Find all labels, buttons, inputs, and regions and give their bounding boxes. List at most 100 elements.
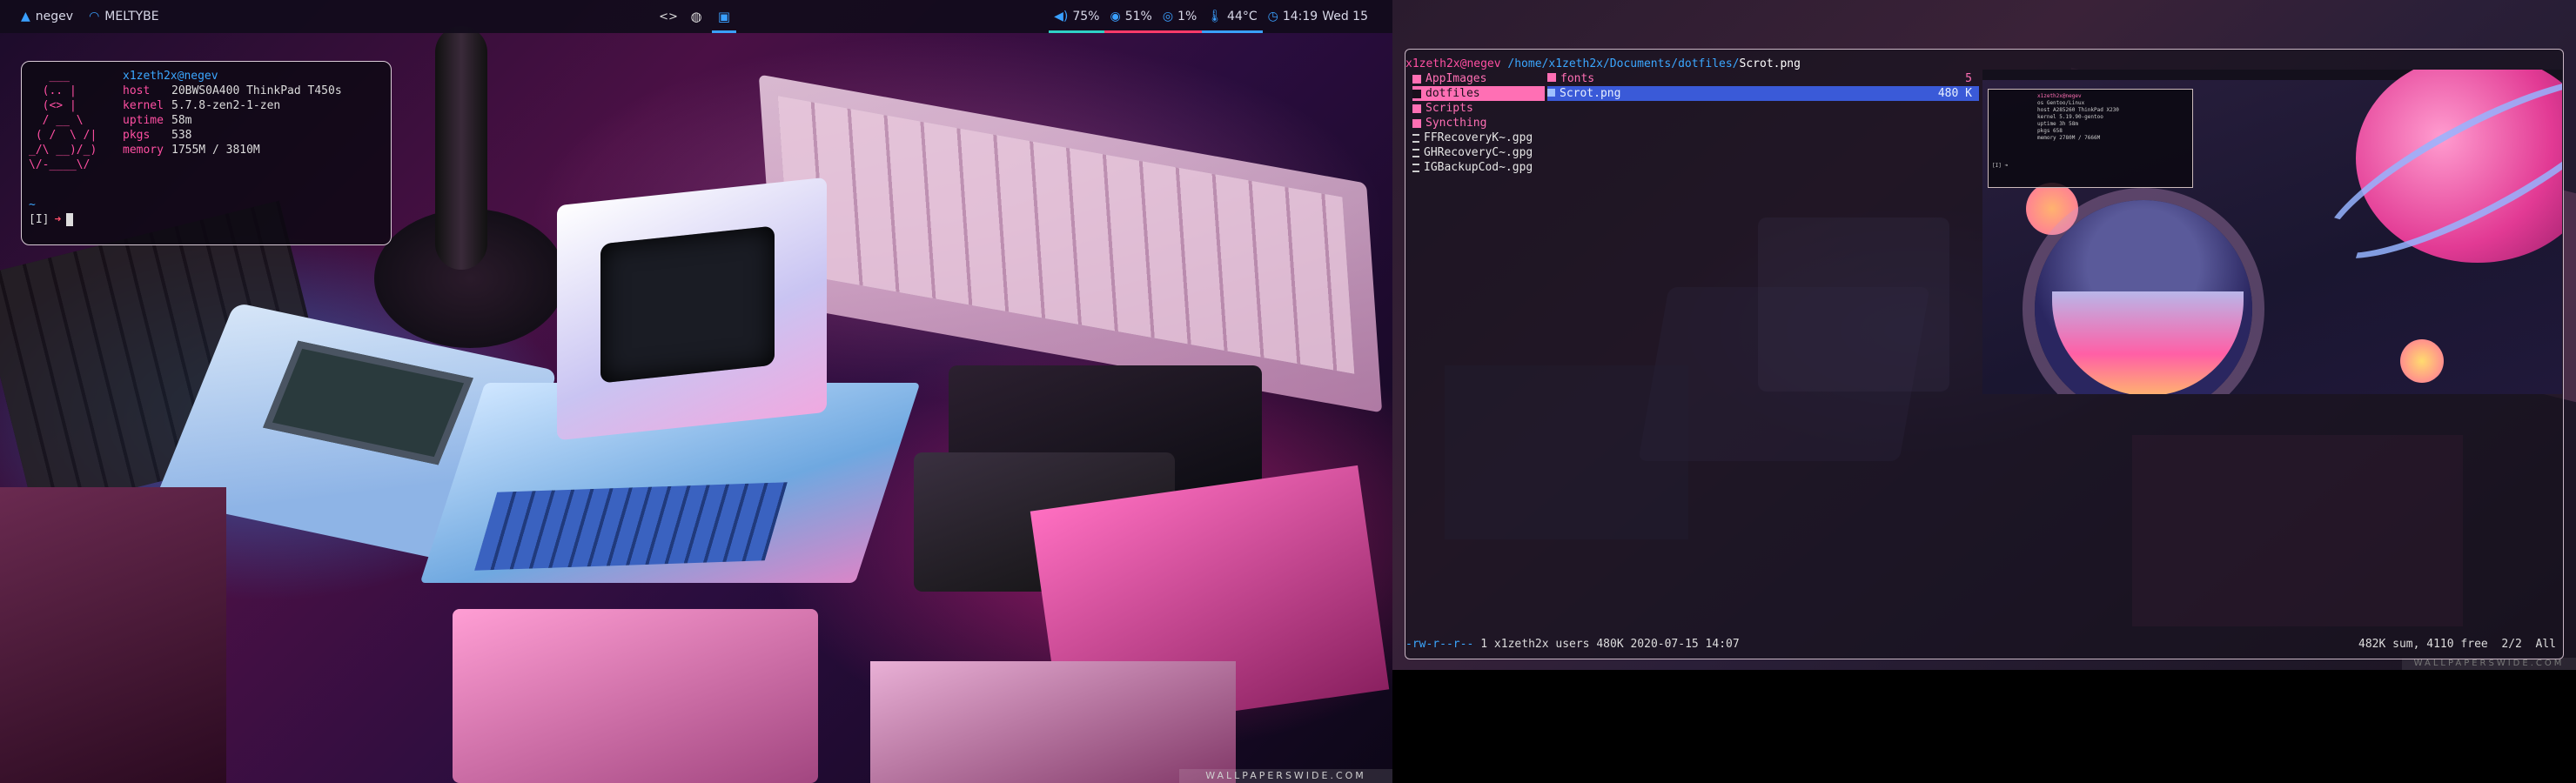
file-permissions: -rw-r--r--	[1405, 638, 1474, 651]
info-row: host 20BWS0A400 ThinkPad T450s	[123, 84, 342, 97]
wallpaper-commodore-keys	[474, 482, 788, 571]
file-info: 1 x1zeth2x users 480K 2020-07-15 14:07	[1480, 638, 1740, 651]
globe-icon: ◍	[690, 9, 702, 24]
folder-icon	[1412, 74, 1421, 84]
volume-underline	[1049, 30, 1105, 33]
workspace-web[interactable]: ◍	[682, 0, 710, 33]
code-icon: <>	[659, 10, 678, 23]
wallpaper-joystick	[435, 26, 487, 270]
header-user: x1zeth2x@negev	[1405, 57, 1501, 70]
cpu-module[interactable]: ◉ 51%	[1104, 0, 1157, 33]
clock-module[interactable]: ◷ 14:19 Wed 15	[1263, 0, 1373, 33]
clock-icon: ◷	[1267, 10, 1278, 23]
volume-module[interactable]: ◀) 75%	[1049, 0, 1105, 33]
shell-prompt[interactable]: ~ [I] ➜	[29, 197, 74, 227]
list-item[interactable]: Syncthing	[1412, 116, 1545, 130]
preview-user: x1zeth2x@negev	[2037, 93, 2082, 99]
memory-underline	[1157, 30, 1203, 33]
info-row: pkgs 538	[123, 129, 192, 142]
temperature-underline	[1202, 30, 1263, 33]
network-indicator[interactable]: ◠ MELTYBE	[89, 10, 159, 23]
network-label: MELTYBE	[104, 10, 159, 23]
status-line: -rw-r--r-- 1 x1zeth2x users 480K 2020-07…	[1405, 637, 2563, 652]
memory-value: 1%	[1177, 10, 1197, 23]
list-item-selected[interactable]: Scrot.png 480 K	[1547, 86, 1979, 101]
preview-prompt: [I] ➜	[1992, 163, 2009, 169]
memory-icon: ◎	[1162, 10, 1174, 23]
preview-line: pkgs 658	[2037, 128, 2063, 134]
preview-terminal: x1zeth2x@negev os Gentoo/Linux host A285…	[1988, 89, 2193, 188]
folder-icon	[1547, 73, 1556, 82]
wallpaper-tape	[870, 661, 1236, 783]
info-row: uptime 58m	[123, 114, 192, 127]
clock-date: Wed 15	[1322, 10, 1368, 23]
volume-icon: ◀)	[1054, 10, 1069, 23]
list-item[interactable]: fonts 5	[1547, 71, 1979, 86]
workspace-terminal[interactable]: ▣	[710, 0, 738, 33]
path-header: x1zeth2x@negev /home/x1zeth2x/Documents/…	[1405, 57, 1801, 71]
terminal-window[interactable]: ___ (.. | (<> | / __ \ ( / \ /| _/\ __)/…	[21, 61, 392, 245]
thermometer-icon: 🌡︎	[1207, 10, 1224, 23]
preview-line: host A285260 ThinkPad X230	[2037, 107, 2119, 113]
workspace-code[interactable]: <>	[654, 0, 682, 33]
preview-moon-2	[2400, 339, 2444, 383]
item-size: 480 K	[1937, 87, 1972, 100]
info-row: memory 1755M / 3810M	[123, 144, 260, 157]
clock-time: 14:19	[1282, 10, 1318, 23]
memory-module[interactable]: ◎ 1%	[1157, 0, 1203, 33]
left-monitor: WALLPAPERSWIDE.COM ▲ negev ◠ MELTYBE <> …	[0, 0, 1392, 783]
preview-line: kernel 5.19.90-gentoo	[2037, 114, 2103, 120]
user-host: x1zeth2x@negev	[123, 70, 218, 83]
right-monitor: WALLPAPERSWIDE.COM x1zeth2x@negev /home/…	[1392, 0, 2576, 783]
temperature-value: 44°C	[1227, 10, 1258, 23]
status-bar: ▲ negev ◠ MELTYBE <> ◍ ▣ ◀) 75% ◉ 51% ◎ …	[0, 0, 1392, 33]
arch-icon: ▲	[21, 10, 30, 23]
workspace-switcher: <> ◍ ▣	[654, 0, 738, 33]
list-item[interactable]: IGBackupCod~.gpg	[1412, 160, 1545, 175]
ascii-logo: ___ (.. | (<> | / __ \ ( / \ /| _/\ __)/…	[29, 70, 97, 171]
wifi-icon: ◠	[89, 10, 100, 23]
terminal-icon: ▣	[717, 9, 731, 24]
list-item[interactable]: AppImages	[1412, 71, 1545, 86]
header-file: Scrot.png	[1739, 57, 1801, 70]
list-item[interactable]: FFRecoveryK~.gpg	[1412, 130, 1545, 145]
folder-icon	[1412, 104, 1421, 113]
folder-icon	[1412, 89, 1421, 98]
preview-line: uptime 3h 58m	[2037, 121, 2078, 127]
list-item-selected[interactable]: dotfiles	[1412, 86, 1545, 101]
folder-icon	[1412, 118, 1421, 128]
wallpaper-cassette	[453, 609, 818, 783]
image-preview: x1zeth2x@negev os Gentoo/Linux host A285…	[1982, 70, 2562, 394]
wallpaper-commodore-screen	[600, 225, 775, 384]
header-path: /home/x1zeth2x/Documents/dotfiles/	[1507, 57, 1740, 70]
cwd-tilde: ~	[29, 198, 36, 211]
host-label: negev	[35, 10, 74, 23]
parent-column: AppImages dotfiles Scripts Syncthing FFR…	[1412, 71, 1545, 175]
cpu-value: 51%	[1124, 10, 1152, 23]
list-item[interactable]: Scripts	[1412, 101, 1545, 116]
temperature-module[interactable]: 🌡︎ 44°C	[1202, 0, 1263, 33]
prompt-arrow: ➜	[54, 213, 62, 226]
vi-mode-indicator: [I]	[29, 213, 50, 226]
system-info: x1zeth2x@negev host 20BWS0A400 ThinkPad T…	[123, 69, 342, 157]
info-row: kernel 5.7.8-zen2-1-zen	[123, 99, 281, 112]
preview-line: os Gentoo/Linux	[2037, 100, 2085, 106]
cpu-underline	[1104, 30, 1157, 33]
file-icon	[1412, 148, 1419, 157]
wallpaper-left-block	[0, 487, 226, 783]
watermark: WALLPAPERSWIDE.COM	[1179, 769, 1392, 783]
cursor	[66, 213, 74, 226]
image-icon	[1547, 89, 1555, 97]
watermark: WALLPAPERSWIDE.COM	[2402, 658, 2576, 670]
host-indicator[interactable]: ▲ negev	[21, 10, 73, 23]
volume-value: 75%	[1072, 10, 1100, 23]
item-size: 5	[1965, 72, 1972, 85]
cpu-icon: ◉	[1110, 10, 1121, 23]
list-item[interactable]: GHRecoveryC~.gpg	[1412, 145, 1545, 160]
file-manager-window[interactable]: x1zeth2x@negev /home/x1zeth2x/Documents/…	[1405, 49, 2564, 659]
file-icon	[1412, 163, 1419, 172]
preview-line: memory 2780M / 7666M	[2037, 135, 2101, 141]
current-column: fonts 5 Scrot.png 480 K	[1547, 71, 1979, 101]
file-icon	[1412, 133, 1419, 143]
dir-summary: 482K sum, 4110 free 2/2 All	[2358, 638, 2556, 651]
